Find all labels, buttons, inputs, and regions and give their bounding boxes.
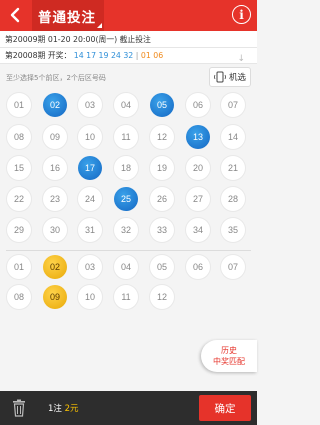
back-ball-02[interactable]: 02 [43, 255, 67, 279]
back-ball-05[interactable]: 05 [150, 255, 174, 279]
front-ball-21[interactable]: 21 [221, 156, 245, 180]
back-ball-11[interactable]: 11 [114, 285, 138, 309]
front-ball-22[interactable]: 22 [7, 187, 31, 211]
trash-icon [13, 399, 25, 417]
expand-arrow-icon[interactable]: ↓ [237, 51, 245, 67]
back-ball-04[interactable]: 04 [114, 255, 138, 279]
front-ball-09[interactable]: 09 [43, 125, 67, 149]
front-ball-05[interactable]: 05 [150, 93, 174, 117]
previous-draw-label: 第20008期 开奖： [5, 51, 72, 60]
front-ball-19[interactable]: 19 [150, 156, 174, 180]
back-ball-09[interactable]: 09 [43, 285, 67, 309]
front-ball-30[interactable]: 30 [43, 218, 67, 242]
confirm-button[interactable]: 确定 [199, 395, 251, 421]
front-ball-25[interactable]: 25 [114, 187, 138, 211]
result-separator: | [135, 51, 139, 60]
bet-count: 1注 [48, 404, 62, 414]
bet-summary: 1注 2元 [48, 402, 79, 414]
back-ball-08[interactable]: 08 [7, 285, 31, 309]
front-ball-31[interactable]: 31 [78, 218, 102, 242]
front-ball-08[interactable]: 08 [7, 125, 31, 149]
back-ball-10[interactable]: 10 [78, 285, 102, 309]
front-ball-14[interactable]: 14 [221, 125, 245, 149]
front-ball-15[interactable]: 15 [7, 156, 31, 180]
front-ball-12[interactable]: 12 [150, 125, 174, 149]
chevron-left-icon [10, 7, 20, 23]
front-ball-28[interactable]: 28 [221, 187, 245, 211]
phone-shake-icon [214, 71, 226, 83]
back-ball-07[interactable]: 07 [221, 255, 245, 279]
back-ball-03[interactable]: 03 [78, 255, 102, 279]
front-ball-04[interactable]: 04 [114, 93, 138, 117]
history-label: 历史 [221, 346, 237, 355]
previous-draw-result[interactable]: 第20008期 开奖： 14 17 19 24 32 | 01 06 ↓ [0, 48, 257, 64]
clear-button[interactable] [12, 399, 26, 417]
front-ball-32[interactable]: 32 [114, 218, 138, 242]
front-ball-23[interactable]: 23 [43, 187, 67, 211]
selection-hint: 至少选择5个前区，2个后区号码 [6, 74, 106, 82]
history-match-button[interactable]: 历史 中奖匹配 [201, 340, 257, 372]
back-button[interactable] [4, 4, 26, 26]
current-draw-info: 第20009期 01-20 20:00(周一) 截止投注 [0, 31, 257, 48]
front-ball-29[interactable]: 29 [7, 218, 31, 242]
front-ball-26[interactable]: 26 [150, 187, 174, 211]
front-ball-01[interactable]: 01 [7, 93, 31, 117]
bet-amount: 2元 [64, 404, 79, 414]
front-ball-34[interactable]: 34 [186, 218, 210, 242]
back-ball-01[interactable]: 01 [7, 255, 31, 279]
front-ball-35[interactable]: 35 [221, 218, 245, 242]
front-ball-02[interactable]: 02 [43, 93, 67, 117]
header-bar: 普通投注 i [0, 0, 257, 31]
machine-select-label: 机选 [228, 73, 246, 83]
front-ball-16[interactable]: 16 [43, 156, 67, 180]
machine-select-button[interactable]: 机选 [209, 67, 251, 87]
play-type-selector[interactable]: 普通投注 [32, 0, 104, 31]
front-ball-03[interactable]: 03 [78, 93, 102, 117]
previous-front-numbers: 14 17 19 24 32 [73, 51, 134, 60]
back-ball-06[interactable]: 06 [186, 255, 210, 279]
front-ball-20[interactable]: 20 [186, 156, 210, 180]
front-ball-07[interactable]: 07 [221, 93, 245, 117]
front-ball-24[interactable]: 24 [78, 187, 102, 211]
previous-back-numbers: 01 06 [140, 51, 164, 60]
front-ball-13[interactable]: 13 [186, 125, 210, 149]
back-ball-12[interactable]: 12 [150, 285, 174, 309]
front-ball-11[interactable]: 11 [114, 125, 138, 149]
front-ball-18[interactable]: 18 [114, 156, 138, 180]
front-ball-33[interactable]: 33 [150, 218, 174, 242]
front-ball-06[interactable]: 06 [186, 93, 210, 117]
dropdown-corner-icon [97, 23, 102, 28]
bottom-bar: 1注 2元 确定 [0, 391, 257, 425]
zone-divider [6, 250, 251, 251]
page-title: 普通投注 [38, 9, 96, 26]
history-match-label: 中奖匹配 [213, 357, 245, 366]
info-icon[interactable]: i [232, 5, 251, 24]
front-ball-17[interactable]: 17 [78, 156, 102, 180]
front-ball-27[interactable]: 27 [186, 187, 210, 211]
front-ball-10[interactable]: 10 [78, 125, 102, 149]
